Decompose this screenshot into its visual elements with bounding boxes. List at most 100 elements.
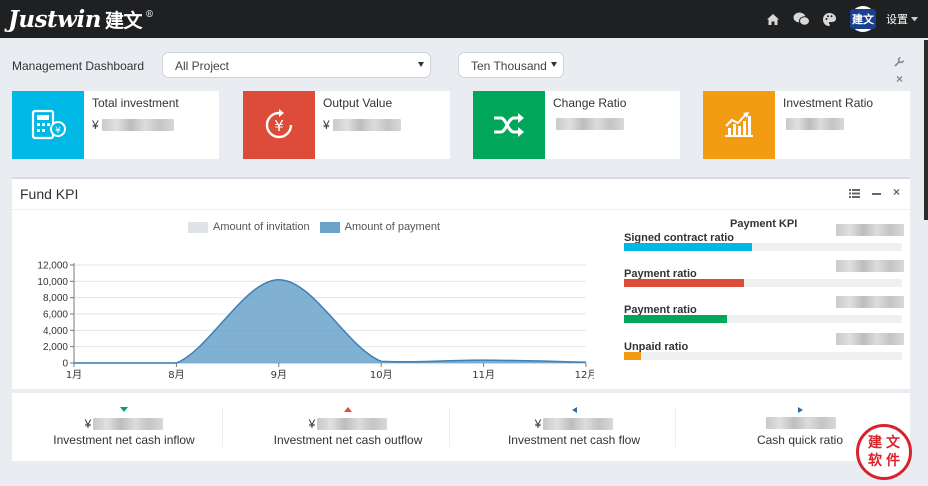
- kpi-bar-fill: [624, 315, 727, 323]
- brand-logo[interactable]: Justwin 建文 ®: [8, 6, 154, 33]
- kpi-row-unpaid: Unpaid ratio: [624, 333, 904, 371]
- panel-tools: ×: [848, 186, 900, 201]
- kpi-row-signed-contract: Signed contract ratio: [624, 224, 904, 262]
- currency-symbol: ¥: [308, 417, 316, 431]
- metric-label: Investment net cash outflow: [273, 433, 423, 447]
- card-value: ¥: [92, 118, 174, 132]
- brand-name: Justwin: [8, 6, 101, 33]
- y-tick-label: 0: [62, 359, 68, 370]
- fund-kpi-chart: 0 2,000 4,000 6,000 8,000 10,000 12,000 1月 8月 9月 1…: [37, 261, 594, 382]
- svg-text:¥: ¥: [55, 126, 61, 136]
- y-tick-label: 8,000: [43, 293, 68, 304]
- avatar[interactable]: 建文: [850, 6, 876, 32]
- legend-label: Amount of payment: [344, 221, 441, 233]
- redacted-value: [836, 260, 904, 272]
- metric-value: ¥: [12, 417, 236, 431]
- redacted-value: [766, 417, 836, 429]
- trend-down-icon: [120, 407, 128, 412]
- unit-select-value: Ten Thousand: [471, 59, 547, 73]
- wrench-icon[interactable]: [894, 56, 905, 70]
- metric-investment-net-cash-flow: ¥ Investment net cash flow: [462, 407, 686, 455]
- seal-char: 建: [868, 435, 882, 451]
- x-tick-label: 12月: [575, 369, 594, 381]
- close-icon[interactable]: ×: [893, 186, 900, 201]
- y-tick-label: 12,000: [37, 261, 68, 272]
- x-tick-label: 9月: [271, 369, 287, 381]
- skin-icon[interactable]: [820, 10, 838, 28]
- scrollbar[interactable]: [924, 40, 928, 220]
- unit-select[interactable]: Ten Thousand: [458, 52, 564, 78]
- kpi-bar-track: [624, 279, 902, 287]
- metric-value: ¥: [462, 417, 686, 431]
- trend-right-icon: [798, 407, 803, 413]
- caret-down-icon: [418, 62, 424, 67]
- chart-legend: Amount of invitation Amount of payment: [188, 221, 440, 233]
- redacted-value: [836, 296, 904, 308]
- top-bar: Justwin 建文 ® 建文 设置: [0, 0, 928, 38]
- trend-left-icon: [572, 407, 577, 413]
- legend-item[interactable]: Amount of payment: [319, 221, 441, 233]
- legend-item[interactable]: Amount of invitation: [188, 221, 310, 233]
- caret-down-icon: [551, 62, 557, 67]
- redacted-value: [556, 118, 624, 130]
- brand-reg: ®: [144, 10, 154, 20]
- redacted-value: [543, 418, 614, 430]
- legend-swatch: [319, 221, 340, 233]
- seal-char: 软: [868, 453, 882, 469]
- growth-chart-icon: [703, 91, 775, 159]
- avatar-text: 建文: [850, 9, 876, 29]
- company-seal: 建 文 软 件: [856, 424, 912, 480]
- x-tick-label: 8月: [168, 369, 184, 381]
- currency-symbol: ¥: [534, 417, 542, 431]
- series-area: [74, 279, 586, 363]
- card-value: [553, 118, 624, 130]
- metric-investment-net-cash-outflow: ¥ Investment net cash outflow: [236, 407, 460, 455]
- redacted-value: [317, 418, 388, 430]
- y-tick-label: 10,000: [37, 277, 68, 288]
- kpi-bar-track: [624, 243, 902, 251]
- project-select[interactable]: All Project: [162, 52, 431, 78]
- shuffle-icon: [473, 91, 545, 159]
- settings-label: 设置: [886, 14, 908, 26]
- home-icon[interactable]: [764, 10, 782, 28]
- x-tick-label: 1月: [66, 369, 82, 381]
- list-icon[interactable]: [848, 187, 860, 201]
- kpi-bar-fill: [624, 352, 641, 360]
- stat-card-change-ratio[interactable]: Change Ratio: [473, 91, 680, 159]
- stat-card-investment-ratio[interactable]: Investment Ratio: [703, 91, 910, 159]
- legend-swatch: [188, 221, 208, 233]
- stat-card-output-value[interactable]: ¥ Output Value ¥: [243, 91, 450, 159]
- card-title: Investment Ratio: [783, 96, 874, 110]
- svg-text:¥: ¥: [274, 117, 284, 135]
- kpi-row-payment-2: Payment ratio: [624, 296, 904, 334]
- redacted-value: [836, 333, 904, 345]
- currency-symbol: ¥: [92, 118, 99, 132]
- kpi-bar-track: [624, 352, 902, 360]
- stat-card-total-investment[interactable]: ¥ Total investment ¥: [12, 91, 219, 159]
- settings-menu[interactable]: 设置: [886, 11, 918, 27]
- nav-icons: 建文 设置: [764, 0, 918, 38]
- y-tick-label: 2,000: [43, 342, 68, 353]
- metric-value: ¥: [236, 417, 460, 431]
- dashboard-label: Management Dashboard: [12, 59, 145, 73]
- redacted-value: [786, 118, 844, 130]
- card-value: ¥: [323, 118, 401, 132]
- seal-char: 件: [886, 453, 900, 469]
- legend-label: Amount of invitation: [213, 221, 310, 233]
- chevron-down-icon: [911, 16, 918, 21]
- divider: [449, 407, 450, 447]
- x-tick-label: 10月: [370, 369, 393, 381]
- brand-cn: 建文: [104, 10, 143, 32]
- trend-up-icon: [344, 407, 352, 412]
- minimize-icon[interactable]: [871, 187, 881, 201]
- panel-title: Fund KPI: [20, 186, 79, 202]
- x-tick-label: 11月: [472, 369, 495, 381]
- close-icon[interactable]: ×: [896, 72, 903, 86]
- metric-label: Investment net cash inflow: [53, 433, 195, 447]
- seal-text: 建 文 软 件: [866, 434, 902, 470]
- fund-kpi-panel: Fund KPI × Amount of invitation Amount o…: [12, 177, 910, 389]
- currency-symbol: ¥: [323, 118, 330, 132]
- project-select-value: All Project: [175, 59, 230, 73]
- card-title: Total investment: [92, 96, 179, 110]
- wechat-icon[interactable]: [792, 10, 810, 28]
